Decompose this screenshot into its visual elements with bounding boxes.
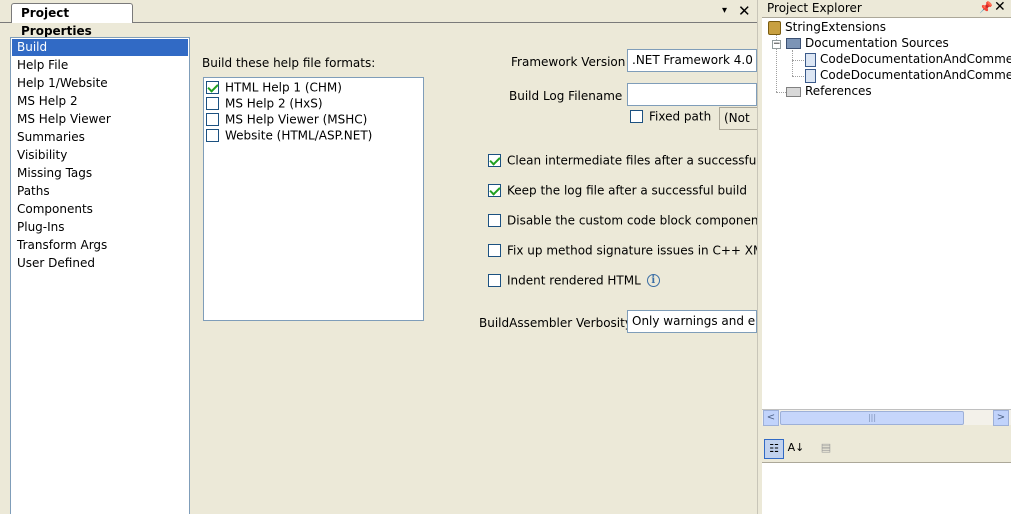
references-label: References xyxy=(805,84,872,98)
category-visibility[interactable]: Visibility xyxy=(12,147,188,164)
framework-version-select[interactable]: .NET Framework 4.0 xyxy=(627,49,757,72)
category-user-defined[interactable]: User Defined xyxy=(12,255,188,272)
checkbox[interactable] xyxy=(206,97,219,110)
categorized-icon[interactable]: ☷ xyxy=(764,439,784,459)
project-tree: StringExtensions − Documentation Sources… xyxy=(762,17,1011,409)
fixed-path-checkbox[interactable] xyxy=(630,110,643,123)
category-components[interactable]: Components xyxy=(12,201,188,218)
checkbox-checked[interactable] xyxy=(488,184,501,197)
option-keep-log[interactable]: Keep the log file after a successful bui… xyxy=(488,183,747,199)
category-build[interactable]: Build xyxy=(12,39,188,56)
fixed-path-option[interactable]: Fixed path xyxy=(630,109,711,125)
checkbox[interactable] xyxy=(488,214,501,227)
checkbox[interactable] xyxy=(488,244,501,257)
framework-version-label: Framework Version xyxy=(511,55,626,69)
close-document-icon[interactable]: ✕ xyxy=(738,2,751,20)
checkbox[interactable] xyxy=(206,129,219,142)
document-icon xyxy=(805,52,816,67)
formats-label: Build these help file formats: xyxy=(202,56,376,70)
option-disable-code-block[interactable]: Disable the custom code block component xyxy=(488,213,757,229)
project-icon xyxy=(768,20,781,35)
category-help-file[interactable]: Help File xyxy=(12,57,188,74)
verbosity-select[interactable]: Only warnings and er xyxy=(627,310,757,333)
pin-icon[interactable]: 📌 xyxy=(979,1,993,14)
tree-connector xyxy=(776,92,786,93)
option-label: Indent rendered HTML xyxy=(507,273,641,288)
option-label: Fix up method signature issues in C++ XM… xyxy=(507,243,757,258)
checkbox[interactable] xyxy=(206,113,219,126)
fixed-path-value: (Not xyxy=(719,107,757,130)
format-label: HTML Help 1 (CHM) xyxy=(225,80,342,95)
category-ms-help-viewer[interactable]: MS Help Viewer xyxy=(12,111,188,128)
checkbox[interactable] xyxy=(488,274,501,287)
document-icon xyxy=(805,68,816,83)
build-log-input[interactable] xyxy=(627,83,757,106)
scrollbar-thumb[interactable]: ||| xyxy=(780,411,964,425)
category-list: Build Help File Help 1/Website MS Help 2… xyxy=(10,37,190,514)
option-label: Disable the custom code block component xyxy=(507,213,757,228)
tree-node-file[interactable]: CodeDocumentationAndComments xyxy=(805,68,1011,83)
property-grid[interactable] xyxy=(762,462,1011,514)
category-transform-args[interactable]: Transform Args xyxy=(12,237,188,254)
format-label: MS Help 2 (HxS) xyxy=(225,96,323,111)
checkbox-checked[interactable] xyxy=(488,154,501,167)
tree-connector xyxy=(792,76,804,77)
folder-icon xyxy=(786,38,801,49)
option-label: Clean intermediate files after a success… xyxy=(507,153,757,168)
verbosity-label: BuildAssembler Verbosity xyxy=(479,316,632,330)
category-help-1-website[interactable]: Help 1/Website xyxy=(12,75,188,92)
project-properties-window: Project Properties ▾ ✕ Build Help File H… xyxy=(0,0,757,514)
option-clean-intermediate[interactable]: Clean intermediate files after a success… xyxy=(488,153,757,169)
close-panel-icon[interactable]: ✕ xyxy=(994,0,1006,15)
category-paths[interactable]: Paths xyxy=(12,183,188,200)
horizontal-scrollbar[interactable]: < ||| > xyxy=(762,409,1011,426)
project-name: StringExtensions xyxy=(785,20,886,34)
category-missing-tags[interactable]: Missing Tags xyxy=(12,165,188,182)
format-label: MS Help Viewer (MSHC) xyxy=(225,112,368,127)
file-label: CodeDocumentationAndComments xyxy=(820,68,1011,82)
tree-node-file[interactable]: CodeDocumentationAndComments xyxy=(805,52,1011,67)
alphabetical-sort-icon[interactable]: A↓ xyxy=(786,439,806,459)
option-indent-html[interactable]: Indent rendered HTML i xyxy=(488,273,660,289)
collapse-icon[interactable]: − xyxy=(772,40,781,49)
project-explorer-title: Project Explorer xyxy=(762,0,1011,17)
option-label: Keep the log file after a successful bui… xyxy=(507,183,747,198)
category-ms-help-2[interactable]: MS Help 2 xyxy=(12,93,188,110)
scroll-left-icon[interactable]: < xyxy=(763,410,779,426)
file-label: CodeDocumentationAndComments xyxy=(820,52,1011,66)
tree-node-references[interactable]: References xyxy=(786,84,872,99)
fixed-path-label: Fixed path xyxy=(649,109,712,124)
option-fix-method-signatures[interactable]: Fix up method signature issues in C++ XM… xyxy=(488,243,757,259)
build-log-label: Build Log Filename xyxy=(509,89,623,103)
category-summaries[interactable]: Summaries xyxy=(12,129,188,146)
scroll-right-icon[interactable]: > xyxy=(993,410,1009,426)
tab-project-properties[interactable]: Project Properties xyxy=(11,3,133,38)
formats-checklist: HTML Help 1 (CHM) MS Help 2 (HxS) MS Hel… xyxy=(203,77,424,321)
properties-toolbar: ☷ A↓ ▤ xyxy=(762,436,1011,462)
format-mshc[interactable]: MS Help Viewer (MSHC) xyxy=(206,112,367,128)
format-hxs[interactable]: MS Help 2 (HxS) xyxy=(206,96,323,112)
tree-node-project[interactable]: StringExtensions xyxy=(768,20,886,35)
property-pages-icon[interactable]: ▤ xyxy=(816,439,836,459)
checkbox-checked[interactable] xyxy=(206,81,219,94)
doc-sources-label: Documentation Sources xyxy=(805,36,949,50)
window-list-dropdown-icon[interactable]: ▾ xyxy=(722,5,727,16)
info-icon[interactable]: i xyxy=(646,274,660,287)
tree-node-documentation-sources[interactable]: Documentation Sources xyxy=(786,36,949,51)
references-icon xyxy=(786,86,801,97)
tab-strip-gap xyxy=(12,22,132,23)
category-plug-ins[interactable]: Plug-Ins xyxy=(12,219,188,236)
tree-connector xyxy=(792,50,793,76)
project-explorer-panel: Project Explorer 📌 ✕ StringExtensions − … xyxy=(762,0,1011,514)
tree-connector xyxy=(792,60,804,61)
format-chm[interactable]: HTML Help 1 (CHM) xyxy=(206,80,342,96)
format-website[interactable]: Website (HTML/ASP.NET) xyxy=(206,128,372,144)
format-label: Website (HTML/ASP.NET) xyxy=(225,128,373,143)
